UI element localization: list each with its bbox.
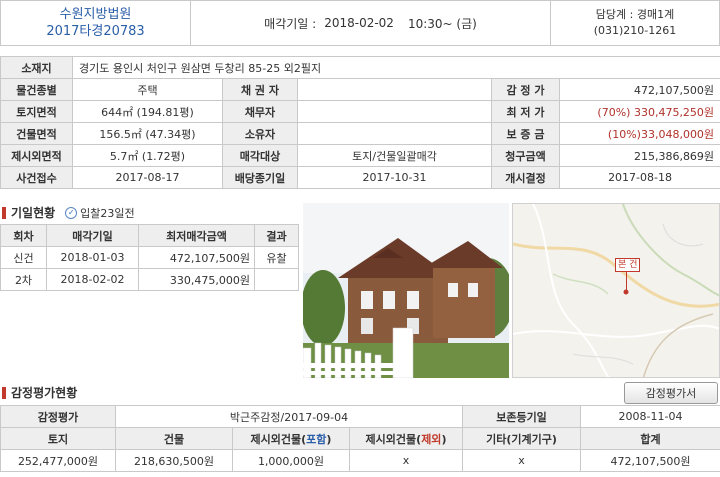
result — [254, 268, 299, 291]
map-illustration — [513, 204, 719, 377]
total-value: 472,107,500원 — [580, 449, 720, 472]
min-price: 330,475,000원 — [138, 268, 255, 291]
col-result: 결과 — [254, 224, 299, 247]
history-section-title: 기일현황 ✓ 입찰23일전 — [2, 204, 135, 221]
creditor — [297, 78, 492, 101]
sale-target-label: 매각대상 — [222, 144, 298, 167]
building-value: 218,630,500원 — [115, 449, 233, 472]
case-number: 2017타경20783 — [46, 24, 145, 39]
property-photo[interactable] — [303, 203, 509, 378]
col-sale-date: 매각기일 — [46, 224, 139, 247]
section-marker — [2, 206, 6, 219]
col-etc: 기타(기계기구) — [462, 427, 582, 450]
department: 담당계 : 경매1계 — [595, 8, 675, 21]
sale-target: 토지/건물일괄매각 — [297, 144, 492, 167]
department-phone: (031)210-1261 — [593, 24, 677, 37]
owner-label: 소유자 — [222, 122, 298, 145]
min-price-label: 최 저 가 — [491, 100, 560, 123]
deposit-label: 보 증 금 — [491, 122, 560, 145]
excluded-excluded-value: x — [348, 449, 464, 472]
col-min-price: 최저매각금액 — [138, 224, 255, 247]
building-area: 156.5㎡ (47.34평) — [72, 122, 223, 145]
registration-date: 2008-11-04 — [580, 405, 720, 428]
sale-date: 2018-02-02 — [46, 268, 139, 291]
sale-history-table: 회차 매각기일 최저매각금액 결과 신건 2018-01-03 472,107,… — [0, 224, 299, 291]
history-title: 기일현황 — [11, 206, 56, 220]
address-label: 소재지 — [0, 56, 73, 79]
sale-date-info: 매각기일 : 2018-02-02 10:30~ (금) — [191, 1, 551, 45]
col-excluded-excluded: 제시외건물(제외) — [348, 427, 464, 450]
col-building: 건물 — [115, 427, 233, 450]
min-price: (70%) 330,475,250원 — [558, 100, 720, 123]
land-area-label: 토지면적 — [0, 100, 73, 123]
excluded-included-value: 1,000,000원 — [232, 449, 350, 472]
debtor — [297, 100, 492, 123]
deposit: (10%)33,048,000원 — [558, 122, 720, 145]
department-info: 담당계 : 경매1계 (031)210-1261 — [551, 1, 719, 45]
address: 경기도 용인시 처인구 원삼면 두창리 85-25 외2필지 — [71, 56, 720, 79]
appraisal-table: 감정평가 박근주감정/2017-09-04 보존등기일 2008-11-04 토… — [0, 405, 720, 472]
check-circle-icon: ✓ — [65, 206, 78, 219]
appraisal-label: 감 정 가 — [491, 78, 560, 101]
min-price: 472,107,500원 — [138, 246, 255, 269]
map-pin-label: 본 건 — [615, 258, 641, 272]
claim-amount: 215,386,869원 — [558, 144, 720, 167]
round: 신건 — [0, 246, 47, 269]
appraisal-value: 472,107,500원 — [558, 78, 720, 101]
house-illustration — [303, 203, 509, 378]
court-name: 수원지방법원 — [59, 7, 132, 22]
result: 유찰 — [254, 246, 299, 269]
dividend-deadline-label: 배당종기일 — [222, 166, 298, 189]
sale-date: 2018-01-03 — [46, 246, 139, 269]
excluded-area-label: 제시외면적 — [0, 144, 73, 167]
etc-value: x — [462, 449, 582, 472]
building-area-label: 건물면적 — [0, 122, 73, 145]
table-row: 신건 2018-01-03 472,107,500원 유찰 — [0, 246, 299, 269]
table-row: 252,477,000원 218,630,500원 1,000,000원 x x… — [0, 449, 720, 472]
col-land: 토지 — [0, 427, 116, 450]
claim-label: 청구금액 — [491, 144, 560, 167]
sale-time: 10:30~ (금) — [407, 16, 477, 31]
appraisal-row-label: 감정평가 — [0, 405, 116, 428]
table-row: 2차 2018-02-02 330,475,000원 — [0, 268, 299, 291]
debtor-label: 채무자 — [222, 100, 298, 123]
registration-date-label: 보존등기일 — [462, 405, 582, 428]
sale-date-label: 매각기일 : — [264, 16, 317, 31]
start-decision-label: 개시결정 — [491, 166, 560, 189]
case-info-table: 소재지 경기도 용인시 처인구 원삼면 두창리 85-25 외2필지 물건종별 … — [0, 56, 720, 189]
land-area: 644㎡ (194.81평) — [72, 100, 223, 123]
property-type: 주택 — [72, 78, 223, 101]
court-info: 수원지방법원 2017타경20783 — [1, 1, 191, 45]
appraiser: 박근주감정/2017-09-04 — [114, 405, 464, 428]
map-pin-line — [626, 271, 627, 291]
round: 2차 — [0, 268, 47, 291]
excluded-area: 5.7㎡ (1.72평) — [72, 144, 223, 167]
start-decision-date: 2017-08-18 — [558, 166, 720, 189]
dividend-deadline: 2017-10-31 — [297, 166, 492, 189]
creditor-label: 채 권 자 — [222, 78, 298, 101]
location-map[interactable]: 본 건 — [512, 203, 720, 378]
days-left-badge: ✓ 입찰23일전 — [65, 205, 135, 221]
col-round: 회차 — [0, 224, 47, 247]
land-value: 252,477,000원 — [0, 449, 116, 472]
receipt-label: 사건접수 — [0, 166, 73, 189]
days-left-text: 입찰23일전 — [80, 206, 135, 220]
receipt-date: 2017-08-17 — [72, 166, 223, 189]
col-excluded-included: 제시외건물(포함) — [232, 427, 350, 450]
section-marker — [2, 386, 6, 399]
case-header: 수원지방법원 2017타경20783 매각기일 : 2018-02-02 10:… — [0, 0, 720, 46]
col-total: 합계 — [580, 427, 720, 450]
type-label: 물건종별 — [0, 78, 73, 101]
appraisal-report-button[interactable]: 감정평가서 — [624, 382, 718, 404]
appraisal-section-title: 감정평가현황 — [2, 384, 77, 401]
owner — [297, 122, 492, 145]
sale-date: 2018-02-02 — [324, 16, 394, 30]
appraisal-title: 감정평가현황 — [11, 386, 78, 400]
